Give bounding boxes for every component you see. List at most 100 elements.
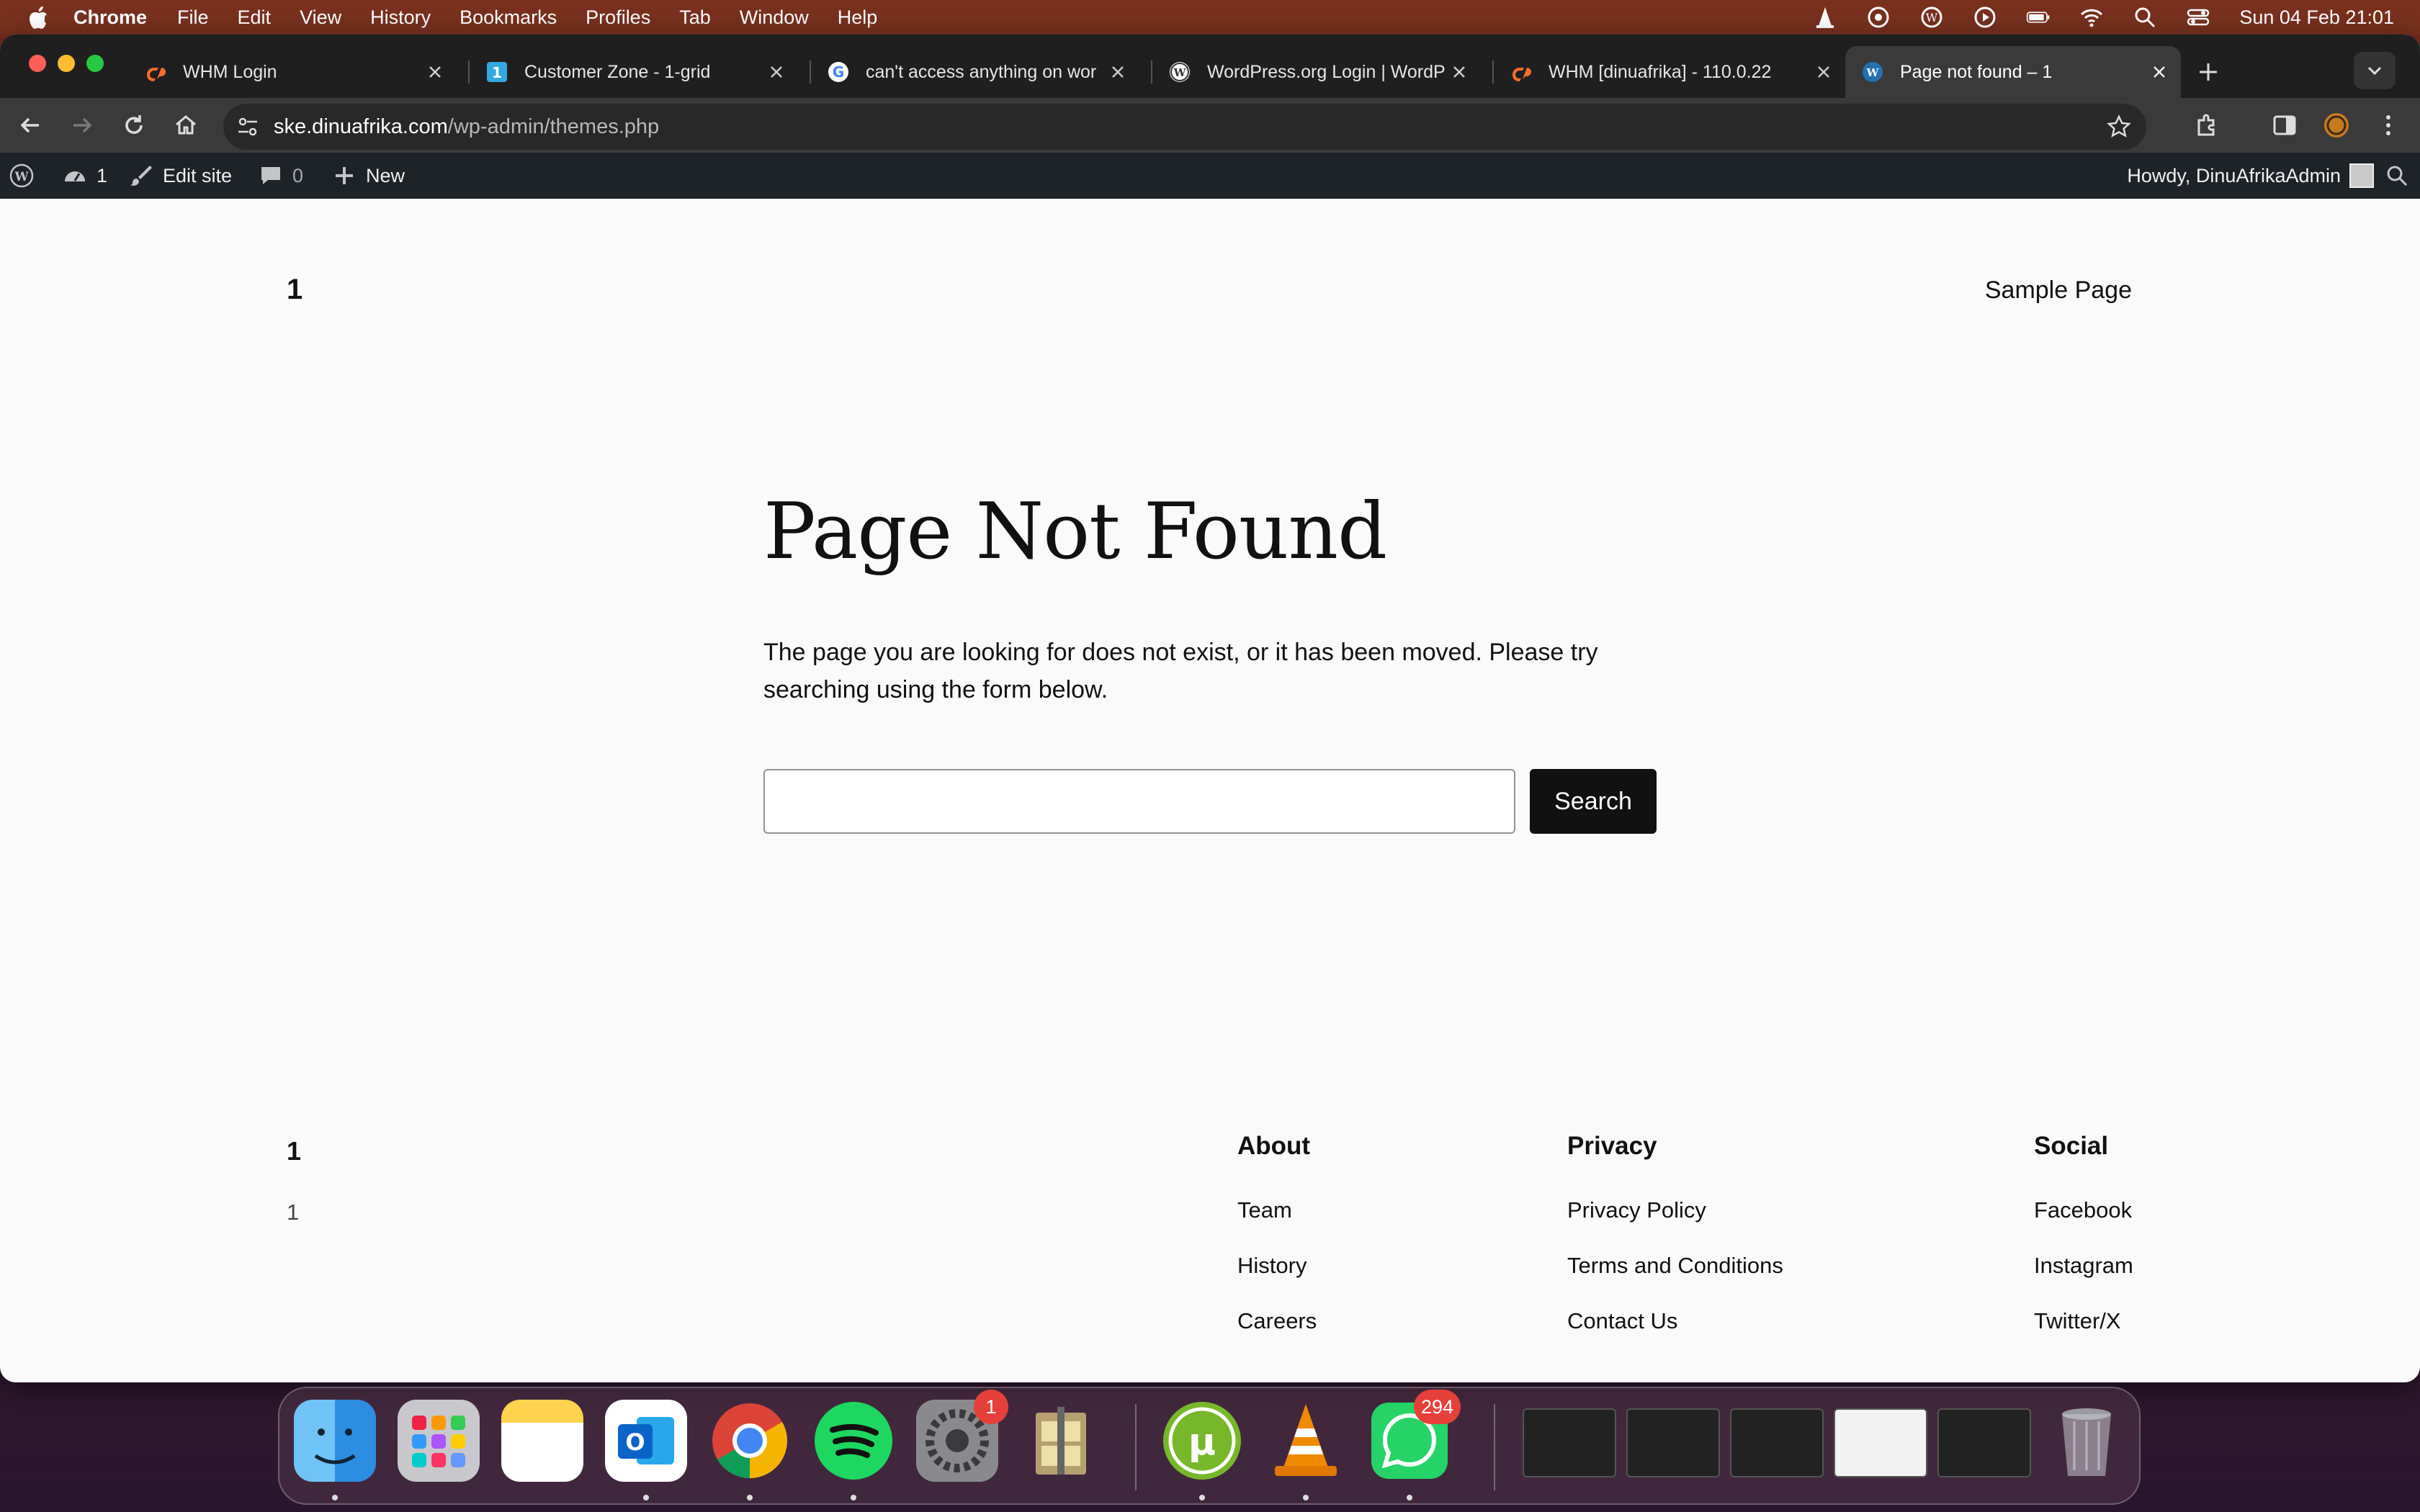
tab-whm-dinuafrika[interactable]: WHM [dinuafrika] - 110.0.22 [1494,46,1845,98]
outlook-icon[interactable]: O [605,1400,687,1482]
whatsapp-icon[interactable]: 294 [1368,1390,1461,1482]
footer-link-twitter[interactable]: Twitter/X [2034,1293,2133,1349]
forward-icon[interactable] [68,111,97,140]
menu-view[interactable]: View [300,6,341,29]
running-indicator [1407,1495,1412,1500]
close-tab-icon[interactable] [1814,62,1834,82]
close-tab-icon[interactable] [1449,62,1469,82]
close-tab-icon[interactable] [425,62,445,82]
back-icon[interactable] [16,111,45,140]
wp-logo-menu[interactable]: W [9,153,35,199]
minimized-window-thumbnail[interactable] [1730,1408,1824,1477]
new-tab-icon[interactable] [2195,59,2221,85]
apple-icon[interactable] [27,5,49,30]
tab-whm-login[interactable]: WHM Login [128,46,457,98]
edit-site-link[interactable]: Edit site [128,153,232,199]
control-center-icon[interactable] [2186,5,2210,30]
zoom-window-button[interactable] [86,55,104,72]
spotify-icon[interactable] [812,1400,895,1482]
close-tab-icon[interactable] [2149,62,2169,82]
play-tray-icon[interactable] [1973,5,1997,30]
utorrent-icon[interactable]: µ [1161,1400,1243,1482]
footer-link-facebook[interactable]: Facebook [2034,1182,2133,1238]
bookmark-star-icon[interactable] [2106,114,2132,140]
search-button[interactable]: Search [1530,769,1657,834]
site-info-icon[interactable] [235,114,261,140]
extensions-icon[interactable] [2192,111,2221,140]
minimized-window-thumbnail[interactable] [1626,1408,1720,1477]
tab-search-button[interactable] [2354,52,2396,89]
side-panel-icon[interactable] [2270,111,2299,140]
menu-file[interactable]: File [177,6,209,29]
footer-link-careers[interactable]: Careers [1237,1293,1317,1349]
footer-link-terms[interactable]: Terms and Conditions [1567,1238,1783,1293]
window-controls [29,55,104,72]
wordpress-tray-icon[interactable]: W [1919,5,1944,30]
running-indicator [332,1495,338,1500]
battery-icon[interactable] [2026,5,2051,30]
close-window-button[interactable] [29,55,46,72]
spotlight-search-icon[interactable] [2133,5,2157,30]
cpanel-icon [1512,68,1531,81]
reload-icon[interactable] [120,111,148,140]
creative-cloud-icon[interactable] [1866,5,1891,30]
my-account-menu[interactable]: Howdy, DinuAfrikaAdmin [2127,153,2374,199]
updates-menu[interactable]: 1 [62,153,107,199]
vlc-tray-icon[interactable] [1813,5,1837,30]
howdy-greeting: Howdy, DinuAfrikaAdmin [2127,164,2341,186]
minimized-window-thumbnail[interactable] [1937,1408,2031,1477]
menu-profiles[interactable]: Profiles [586,6,650,29]
menu-tab[interactable]: Tab [679,6,711,29]
tab-page-not-found[interactable]: W Page not found – 1 [1845,46,2181,98]
footer-link-privacy-policy[interactable]: Privacy Policy [1567,1182,1783,1238]
chrome-logo-icon [712,1403,787,1478]
notes-icon[interactable] [501,1400,583,1482]
trash-icon[interactable] [2045,1400,2128,1482]
menu-window[interactable]: Window [740,6,809,29]
dock-separator [1494,1404,1495,1490]
menu-help[interactable]: Help [838,6,878,29]
launchpad-icon[interactable] [398,1400,480,1482]
footer-link-team[interactable]: Team [1237,1182,1317,1238]
admin-bar-search[interactable] [2384,153,2410,199]
vlc-cone-icon [1275,1404,1337,1476]
tab-customer-zone[interactable]: 1 Customer Zone - 1-grid [470,46,798,98]
menu-bookmarks[interactable]: Bookmarks [460,6,557,29]
comment-bubble-icon [261,167,280,184]
wordpress-logo-icon: W [9,163,34,188]
wordpress-icon: W [1170,62,1190,82]
google-icon: G [828,62,848,82]
footer-heading: Privacy [1567,1132,1657,1160]
footer-link-history[interactable]: History [1237,1238,1317,1293]
wifi-icon[interactable] [2079,5,2104,30]
profile-avatar-icon[interactable] [2322,111,2351,140]
tab-google-search[interactable]: G can't access anything on wor [811,46,1139,98]
chrome-icon[interactable] [709,1400,791,1482]
system-settings-icon[interactable]: 1 [916,1390,1008,1482]
archive-utility-icon[interactable] [1020,1400,1102,1482]
menubar-app-name[interactable]: Chrome [73,6,147,29]
tab-wordpress-login[interactable]: W WordPress.org Login | WordP [1152,46,1481,98]
more-menu-icon[interactable] [2374,111,2403,140]
menu-history[interactable]: History [370,6,431,29]
comments-menu[interactable]: 0 [258,153,303,199]
minimize-window-button[interactable] [58,55,75,72]
nav-sample-page[interactable]: Sample Page [1985,276,2132,305]
menu-edit[interactable]: Edit [238,6,272,29]
minimized-window-thumbnail[interactable] [1523,1408,1616,1477]
minimized-window-thumbnail[interactable] [1834,1408,1927,1477]
vlc-icon[interactable] [1265,1400,1347,1482]
close-tab-icon[interactable] [1108,62,1128,82]
home-icon[interactable] [171,111,200,140]
menubar-clock[interactable]: Sun 04 Feb 21:01 [2239,6,2394,29]
footer-site-title[interactable]: 1 [287,1136,301,1166]
close-tab-icon[interactable] [766,62,786,82]
footer-link-instagram[interactable]: Instagram [2034,1238,2133,1293]
new-content-menu[interactable]: New [331,153,405,199]
site-title-link[interactable]: 1 [287,274,302,306]
footer-link-contact[interactable]: Contact Us [1567,1293,1783,1349]
address-bar[interactable]: ske.dinuafrika.com/wp-admin/themes.php [223,104,2146,150]
finder-icon[interactable] [294,1400,376,1482]
browser-window: WHM Login 1 Customer Zone - 1-grid G can… [0,35,2420,1382]
search-input[interactable] [763,769,1515,834]
